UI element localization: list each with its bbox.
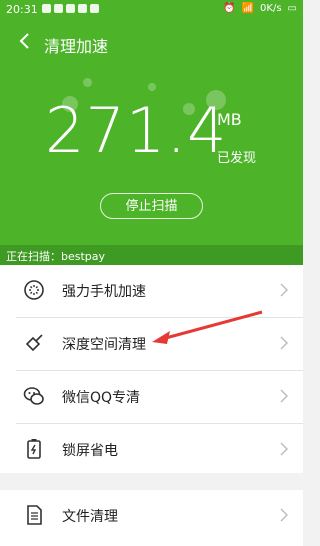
decorative-bubble <box>148 83 156 91</box>
found-size-value: 271.4 <box>45 94 228 167</box>
app-header: 清理加速 <box>0 24 303 64</box>
app-notification-icon <box>42 4 51 13</box>
chevron-right-icon <box>280 336 288 350</box>
chevron-right-icon <box>280 442 288 456</box>
menu-item-label: 强力手机加速 <box>62 284 146 300</box>
menu-item-label: 锁屏省电 <box>62 443 118 459</box>
notification-icons <box>42 4 99 13</box>
scan-hero-panel: 20:31 ⏰ 📶 0K/s ▭ 清理加速 271.4 MB 已发现 停止扫描 <box>0 0 303 245</box>
found-label: 已发现 <box>217 151 257 166</box>
broom-icon <box>23 332 45 354</box>
menu-item-deep-clean[interactable]: 深度空间清理 <box>0 318 303 370</box>
feature-list: 强力手机加速 深度空间清理 微信QQ专清 锁屏省电 <box>0 265 303 473</box>
back-arrow-icon[interactable] <box>16 31 36 51</box>
app-notification-icon <box>66 4 75 13</box>
status-right: ⏰ 📶 0K/s ▭ <box>223 3 297 14</box>
battery-status-icon: ▭ <box>287 3 297 14</box>
chat-icon <box>23 385 45 407</box>
menu-item-boost[interactable]: 强力手机加速 <box>0 265 303 317</box>
menu-item-label: 文件清理 <box>62 509 118 525</box>
menu-item-wechat-qq[interactable]: 微信QQ专清 <box>0 371 303 423</box>
app-notification-icon <box>78 4 87 13</box>
stop-scan-button[interactable]: 停止扫描 <box>100 193 203 219</box>
menu-item-label: 微信QQ专清 <box>62 390 141 406</box>
chevron-right-icon <box>280 508 288 522</box>
wifi-icon: 📶 <box>241 3 255 14</box>
app-notification-icon <box>54 4 63 13</box>
boost-icon <box>23 279 45 301</box>
app-notification-icon <box>90 4 99 13</box>
status-bar: 20:31 ⏰ 📶 0K/s ▭ <box>0 0 303 20</box>
chevron-right-icon <box>280 283 288 297</box>
menu-item-lockscreen-power[interactable]: 锁屏省电 <box>0 424 303 476</box>
battery-icon <box>23 438 45 460</box>
network-speed: 0K/s <box>260 3 282 14</box>
found-size-unit: MB <box>217 110 242 129</box>
decorative-bubble <box>83 78 92 87</box>
secondary-list: 文件清理 <box>0 490 303 546</box>
chevron-right-icon <box>280 389 288 403</box>
status-time: 20:31 <box>6 3 38 16</box>
page-title: 清理加速 <box>44 37 109 56</box>
menu-item-label: 深度空间清理 <box>62 337 146 353</box>
menu-item-file-clean[interactable]: 文件清理 <box>0 490 303 542</box>
alarm-icon: ⏰ <box>223 3 236 14</box>
file-icon <box>23 504 45 526</box>
scanning-text: 正在扫描：bestpay <box>6 250 106 263</box>
scan-progress-bar: 正在扫描：bestpay <box>0 245 303 265</box>
